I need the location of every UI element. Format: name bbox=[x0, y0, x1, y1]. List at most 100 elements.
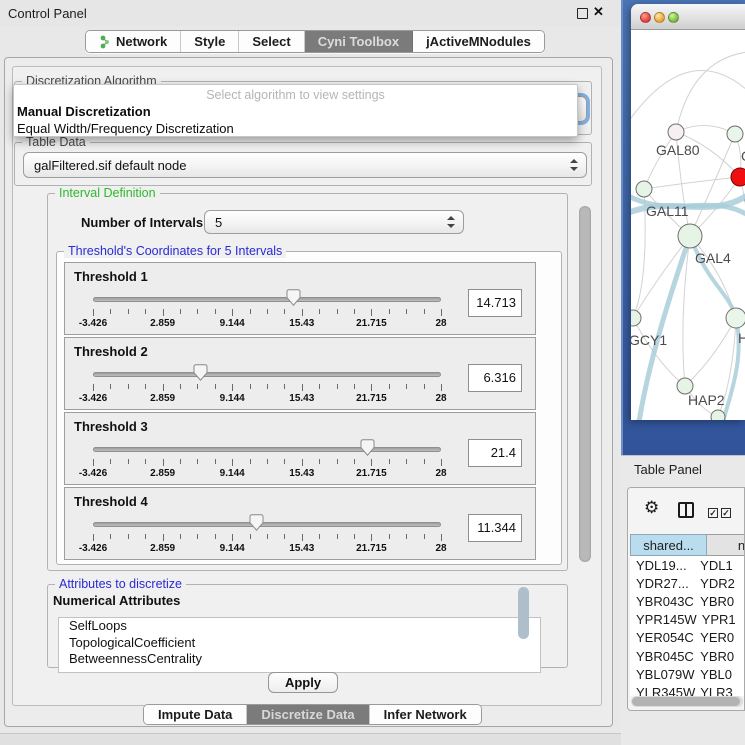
slider-track[interactable] bbox=[93, 372, 441, 377]
slider-tick bbox=[128, 459, 129, 464]
cell-name[interactable]: YLR3 bbox=[695, 685, 745, 696]
slider-track[interactable] bbox=[93, 522, 441, 527]
table-data-combobox[interactable]: galFiltered.sif default node bbox=[23, 152, 587, 178]
cell-shared-name[interactable]: YDL19... bbox=[630, 558, 695, 573]
cell-shared-name[interactable]: YLR345W bbox=[630, 685, 695, 696]
tab-discretize-data[interactable]: Discretize Data bbox=[247, 705, 369, 724]
column-header-shared[interactable]: shared... bbox=[630, 534, 707, 556]
cell-name[interactable]: YDR2 bbox=[695, 576, 745, 591]
slider-track[interactable] bbox=[93, 297, 441, 302]
popup-option-equal-width[interactable]: Equal Width/Frequency Discretization bbox=[17, 121, 234, 136]
threshold-value-field[interactable]: 14.713 bbox=[468, 289, 522, 317]
tab-jactivemnodules[interactable]: jActiveMNodules bbox=[413, 31, 544, 52]
slider-thumb[interactable] bbox=[249, 514, 264, 531]
horizontal-scrollbar[interactable] bbox=[631, 696, 743, 707]
slider-tick-label: -3.426 bbox=[79, 468, 107, 479]
network-node-label: H bbox=[738, 330, 745, 346]
tab-cyni-toolbox[interactable]: Cyni Toolbox bbox=[305, 31, 413, 52]
slider-tick bbox=[424, 309, 425, 314]
threshold-value-field[interactable]: 11.344 bbox=[468, 514, 522, 542]
column-header-name[interactable]: n bbox=[707, 534, 745, 556]
network-node-gal80[interactable] bbox=[668, 124, 684, 140]
threshold-slider[interactable]: -3.4262.8599.14415.4321.71528 bbox=[65, 364, 465, 410]
network-canvas[interactable]: GAL80GACGAL11GAL4GCY1HHAP2 bbox=[631, 30, 745, 420]
network-node-h[interactable] bbox=[726, 308, 745, 328]
slider-thumb[interactable] bbox=[286, 289, 301, 306]
tab-style[interactable]: Style bbox=[181, 31, 239, 52]
slider-tick bbox=[163, 309, 164, 316]
algorithm-dropdown-popup: Select algorithm to view settings Manual… bbox=[13, 84, 578, 137]
slider-thumb[interactable] bbox=[360, 439, 375, 456]
slider-tick-label: 21.715 bbox=[356, 318, 387, 329]
vertical-scrollbar[interactable] bbox=[579, 206, 591, 562]
numerical-attributes-list[interactable]: SelfLoopsTopologicalCoefficientBetweenne… bbox=[58, 617, 541, 673]
table-row[interactable]: YER054CYER0 bbox=[630, 629, 745, 647]
table-body[interactable]: YDL19...YDL1YDR27...YDR2YBR043CYBR0YPR14… bbox=[630, 556, 745, 696]
threshold-slider[interactable]: -3.4262.8599.14415.4321.71528 bbox=[65, 514, 465, 560]
threshold-slider[interactable]: -3.4262.8599.14415.4321.71528 bbox=[65, 289, 465, 335]
num-intervals-combobox[interactable]: 5 bbox=[204, 210, 464, 234]
slider-tick bbox=[319, 459, 320, 464]
slider-tick-label: 28 bbox=[435, 468, 446, 479]
table-row[interactable]: YLR345WYLR3 bbox=[630, 683, 745, 696]
cell-name[interactable]: YBL0 bbox=[695, 667, 745, 682]
table-row[interactable]: YPR145WYPR1 bbox=[630, 611, 745, 629]
cell-name[interactable]: YDL1 bbox=[695, 558, 745, 573]
table-row[interactable]: YBR043CYBR0 bbox=[630, 592, 745, 610]
attribute-list-item[interactable]: BetweennessCentrality bbox=[59, 651, 540, 668]
slider-tick bbox=[284, 384, 285, 389]
slider-tick bbox=[250, 309, 251, 314]
attribute-list-item[interactable]: SelfLoops bbox=[59, 618, 540, 635]
threshold-label: Threshold 4 bbox=[74, 494, 148, 509]
network-node-gcy1[interactable] bbox=[631, 310, 641, 326]
cell-shared-name[interactable]: YER054C bbox=[630, 630, 695, 645]
threshold-slider[interactable]: -3.4262.8599.14415.4321.71528 bbox=[65, 439, 465, 485]
table-row[interactable]: YBR045CYBR0 bbox=[630, 647, 745, 665]
cell-shared-name[interactable]: YPR145W bbox=[630, 612, 697, 627]
float-icon[interactable] bbox=[577, 8, 588, 19]
slider-thumb[interactable] bbox=[193, 364, 208, 381]
threshold-value-field[interactable]: 21.4 bbox=[468, 439, 522, 467]
cell-shared-name[interactable]: YBL079W bbox=[630, 667, 695, 682]
cell-shared-name[interactable]: YDR27... bbox=[630, 576, 695, 591]
slider-tick bbox=[319, 384, 320, 389]
minimize-traffic-light-icon[interactable] bbox=[654, 12, 665, 23]
slider-track[interactable] bbox=[93, 447, 441, 452]
slider-tick bbox=[389, 534, 390, 539]
tab-infer-network[interactable]: Infer Network bbox=[370, 705, 481, 724]
slider-tick-label: 21.715 bbox=[356, 468, 387, 479]
network-node-ga[interactable] bbox=[727, 126, 743, 142]
zoom-traffic-light-icon[interactable] bbox=[668, 12, 679, 23]
network-node[interactable] bbox=[711, 410, 725, 420]
slider-tick bbox=[424, 459, 425, 464]
cell-name[interactable]: YBR0 bbox=[695, 649, 745, 664]
tab-impute-data[interactable]: Impute Data bbox=[144, 705, 247, 724]
split-columns-icon[interactable] bbox=[678, 502, 694, 518]
close-traffic-light-icon[interactable] bbox=[640, 12, 651, 23]
close-icon[interactable]: ✕ bbox=[593, 4, 604, 20]
table-row[interactable]: YBL079WYBL0 bbox=[630, 665, 745, 683]
table-row[interactable]: YDR27...YDR2 bbox=[630, 574, 745, 592]
network-node-gal4[interactable] bbox=[678, 224, 702, 248]
network-node-c[interactable] bbox=[731, 168, 745, 186]
gear-icon[interactable]: ⚙ bbox=[644, 500, 659, 517]
table-row[interactable]: YDL19...YDL1 bbox=[630, 556, 745, 574]
list-scrollbar[interactable] bbox=[518, 587, 529, 639]
network-window-titlebar[interactable] bbox=[631, 4, 745, 30]
checkbox-icon[interactable]: ✓ bbox=[708, 508, 718, 518]
popup-option-manual[interactable]: Manual Discretization bbox=[17, 104, 151, 119]
cell-name[interactable]: YBR0 bbox=[695, 594, 745, 609]
tab-network[interactable]: Network bbox=[86, 31, 181, 52]
cell-shared-name[interactable]: YBR045C bbox=[630, 649, 695, 664]
slider-tick bbox=[215, 384, 216, 389]
cell-name[interactable]: YER0 bbox=[695, 630, 745, 645]
checkbox-icon[interactable]: ✓ bbox=[721, 508, 731, 518]
cell-shared-name[interactable]: YBR043C bbox=[630, 594, 695, 609]
threshold-value-field[interactable]: 6.316 bbox=[468, 364, 522, 392]
cell-name[interactable]: YPR1 bbox=[697, 612, 745, 627]
attribute-list-item[interactable]: TopologicalCoefficient bbox=[59, 635, 540, 652]
apply-button[interactable]: Apply bbox=[268, 672, 338, 693]
tab-select[interactable]: Select bbox=[239, 31, 304, 52]
network-node-gal11[interactable] bbox=[636, 181, 652, 197]
slider-tick-label: 15.43 bbox=[289, 393, 314, 404]
